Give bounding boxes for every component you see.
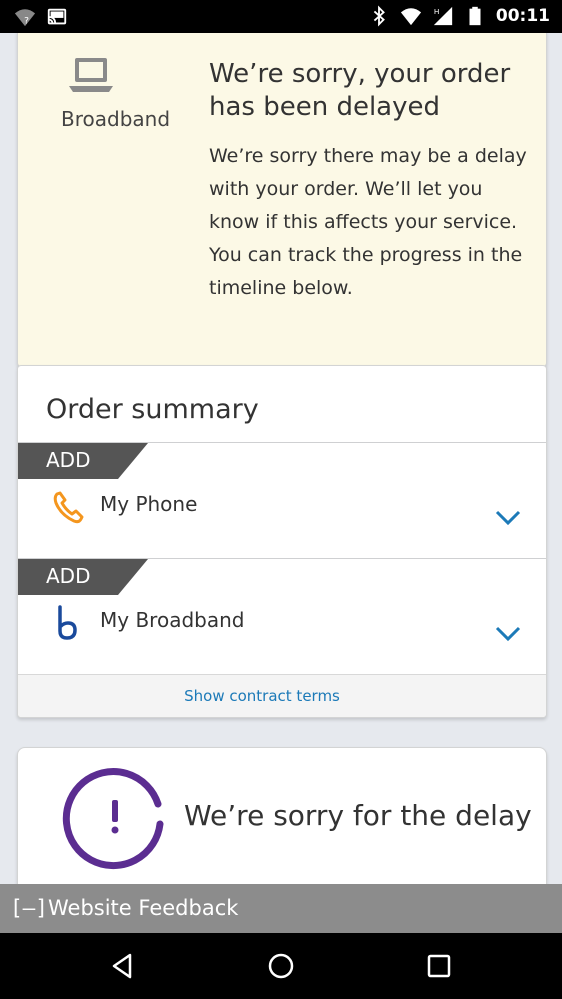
broadband-b-icon [58, 605, 77, 640]
chevron-down-icon[interactable] [495, 625, 521, 643]
add-tag: ADD [18, 559, 148, 595]
add-tag-label: ADD [46, 448, 91, 472]
order-item-phone[interactable]: ADD My Phone [18, 442, 546, 558]
wifi-icon [400, 8, 421, 26]
navigation-bar [0, 933, 562, 999]
order-summary-title: Order summary [46, 394, 259, 425]
add-tag-label: ADD [46, 564, 91, 588]
page-content[interactable]: Broadband We’re sorry, your order has be… [0, 33, 562, 886]
battery-icon [469, 6, 481, 26]
status-time: 00:11 [495, 6, 550, 26]
cast-icon [47, 8, 67, 25]
alert-product-label: Broadband [61, 107, 171, 131]
contract-terms-bar: Show contract terms [18, 674, 546, 717]
add-tag: ADD [18, 443, 148, 479]
svg-text:?: ? [24, 15, 29, 26]
chevron-down-icon[interactable] [495, 509, 521, 527]
status-left-icons: ? [14, 6, 68, 28]
feedback-icon: [–] [10, 896, 48, 920]
order-summary-card: Order summary ADD My Phone ADD My Broadb [17, 365, 547, 718]
phone-icon [53, 491, 84, 524]
recents-icon[interactable] [424, 951, 454, 981]
website-feedback-bar[interactable]: [–] Website Feedback [0, 884, 562, 933]
back-icon[interactable] [108, 951, 138, 981]
show-contract-terms-link[interactable]: Show contract terms [18, 687, 506, 705]
order-item-label: My Phone [100, 492, 198, 516]
order-item-label: My Broadband [100, 608, 245, 632]
status-right-icons: H 00:11 [368, 5, 550, 27]
alert-message: We’re sorry there may be a delay with yo… [209, 145, 527, 299]
order-item-broadband[interactable]: ADD My Broadband [18, 558, 546, 674]
bluetooth-icon [373, 5, 385, 27]
alert-title: We’re sorry, your order has been delayed [209, 59, 511, 122]
exclamation-ring-icon [62, 768, 164, 870]
status-bar: ? H 00:11 [0, 0, 562, 33]
delay-title: We’re sorry for the delay [184, 799, 532, 832]
delay-alert-card: Broadband We’re sorry, your order has be… [17, 33, 547, 367]
delay-card: We’re sorry for the delay [17, 747, 547, 886]
website-feedback-label: Website Feedback [48, 896, 239, 920]
laptop-icon [69, 58, 113, 92]
svg-text:H: H [434, 7, 440, 16]
home-icon[interactable] [266, 951, 296, 981]
signal-icon: H [433, 6, 453, 26]
wifi-question-icon: ? [14, 9, 36, 26]
